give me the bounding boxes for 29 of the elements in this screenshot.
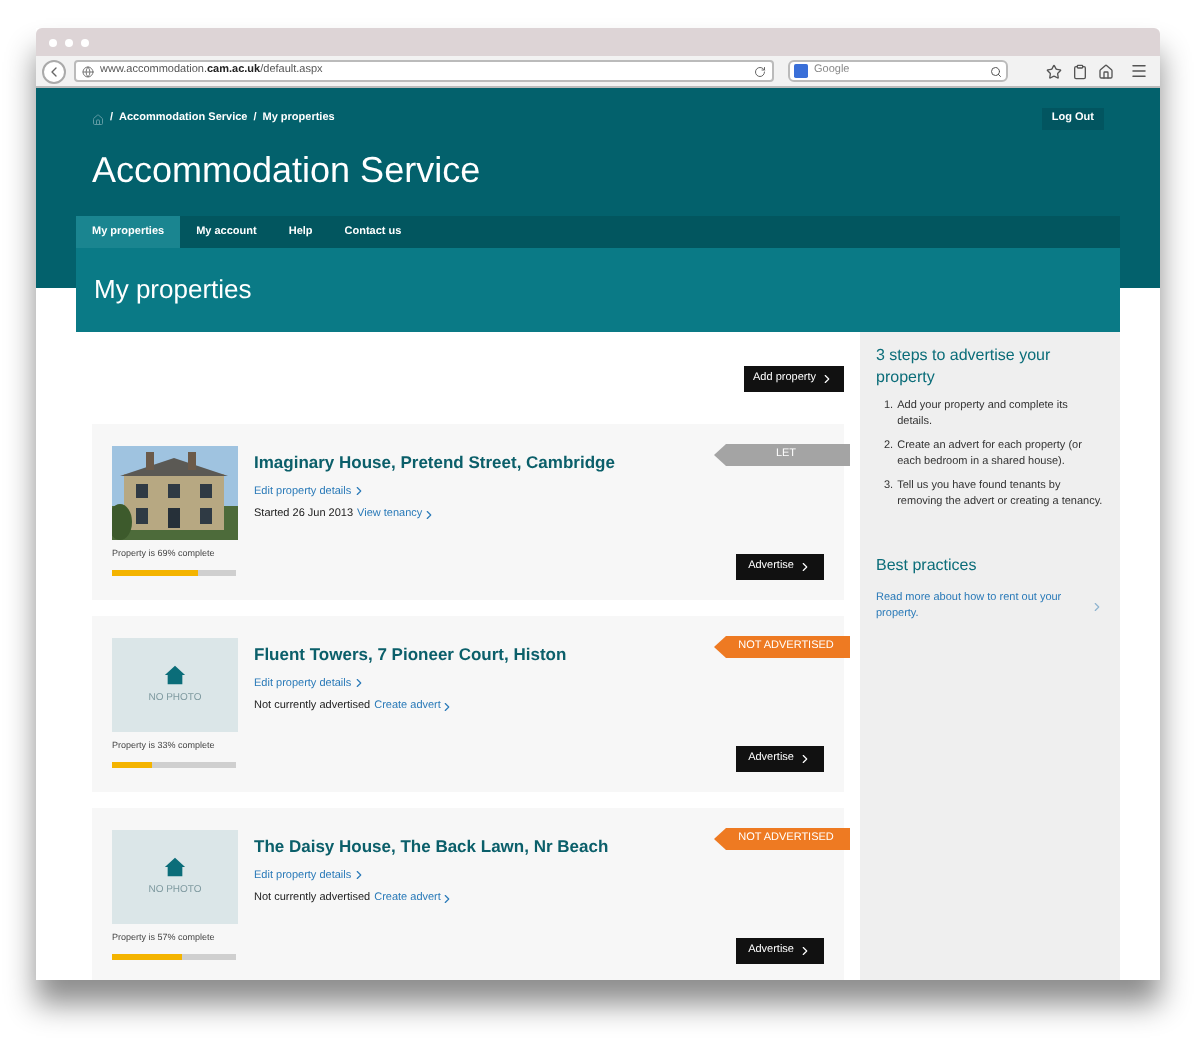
reload-icon[interactable] <box>754 65 766 77</box>
chevron-icon <box>351 676 366 691</box>
property-title: The Daisy House, The Back Lawn, Nr Beach <box>254 834 609 860</box>
chevron-icon <box>422 507 437 522</box>
chevron-icon <box>440 699 455 714</box>
site-title: Accommodation Service <box>90 148 483 192</box>
steps-title: 3 steps to advertise your property <box>876 344 1053 388</box>
clipboard-icon[interactable] <box>1072 63 1088 79</box>
home-icon[interactable] <box>1098 63 1114 79</box>
house-icon <box>164 663 186 686</box>
chevron-icon <box>798 560 812 574</box>
chevron-icon <box>798 752 812 766</box>
chevron-icon <box>1090 599 1104 613</box>
window-dots-icon <box>48 37 92 47</box>
chevron-icon <box>798 944 812 958</box>
chevron-icon <box>820 372 834 386</box>
bookmark-star-icon[interactable] <box>1046 63 1062 79</box>
search-engine-icon <box>794 64 808 78</box>
property-title: Fluent Towers, 7 Pioneer Court, Histon <box>254 642 567 668</box>
globe-icon <box>82 65 94 77</box>
chevron-icon <box>351 484 366 499</box>
chevron-icon <box>440 891 455 906</box>
property-title: Imaginary House, Pretend Street, Cambridge <box>254 450 615 476</box>
search-icon[interactable] <box>990 65 1002 77</box>
chevron-icon <box>351 868 366 883</box>
menu-icon[interactable] <box>1130 62 1148 80</box>
page-heading: My properties <box>94 272 252 309</box>
practices-title: Best practices <box>876 554 979 578</box>
house-icon <box>164 855 186 878</box>
